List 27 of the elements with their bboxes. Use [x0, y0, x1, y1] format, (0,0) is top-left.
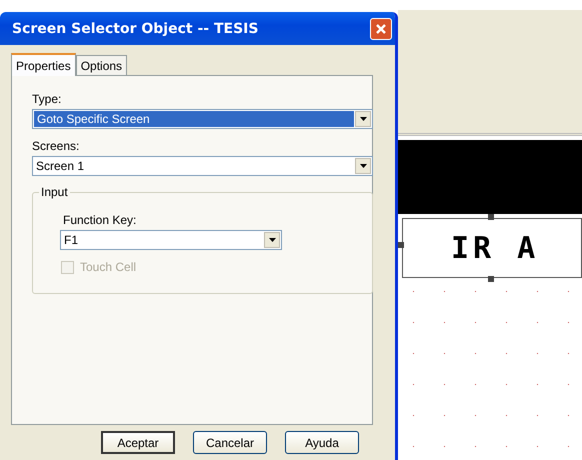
caret-icon	[268, 238, 276, 242]
dropdown-arrow-button[interactable]	[264, 232, 280, 248]
dropdown[interactable]: F1	[60, 230, 282, 250]
checkbox-label: Touch Cell	[80, 260, 136, 274]
dropdown[interactable]: Screen 1	[32, 156, 373, 176]
caret-icon	[360, 164, 366, 168]
field-label: Function Key:	[63, 213, 138, 227]
selection-handle[interactable]	[488, 214, 494, 220]
selection-handle[interactable]	[488, 276, 494, 282]
window-title: Screen Selector Object -- TESIS	[12, 20, 258, 36]
close-button[interactable]	[370, 18, 392, 40]
dialog-button[interactable]: Ayuda	[285, 431, 359, 454]
dropdown[interactable]: Goto Specific Screen	[32, 109, 373, 129]
screen-object-text: IR A	[451, 230, 540, 266]
tab[interactable]: Properties	[11, 53, 76, 76]
close-icon	[375, 22, 387, 34]
tab[interactable]: Options	[76, 55, 128, 75]
dialog-button[interactable]: Cancelar	[193, 431, 267, 454]
field-label: Type:	[32, 92, 62, 106]
screen-object[interactable]: IR A	[402, 218, 582, 278]
caret-icon	[360, 117, 366, 121]
dialog-button[interactable]: Aceptar	[101, 431, 175, 454]
dropdown-arrow-button[interactable]	[355, 111, 371, 127]
field-label: Screens:	[32, 139, 80, 153]
selection-handle[interactable]	[398, 242, 404, 248]
dropdown-arrow-button[interactable]	[355, 158, 371, 174]
group-title: Input	[39, 185, 70, 199]
